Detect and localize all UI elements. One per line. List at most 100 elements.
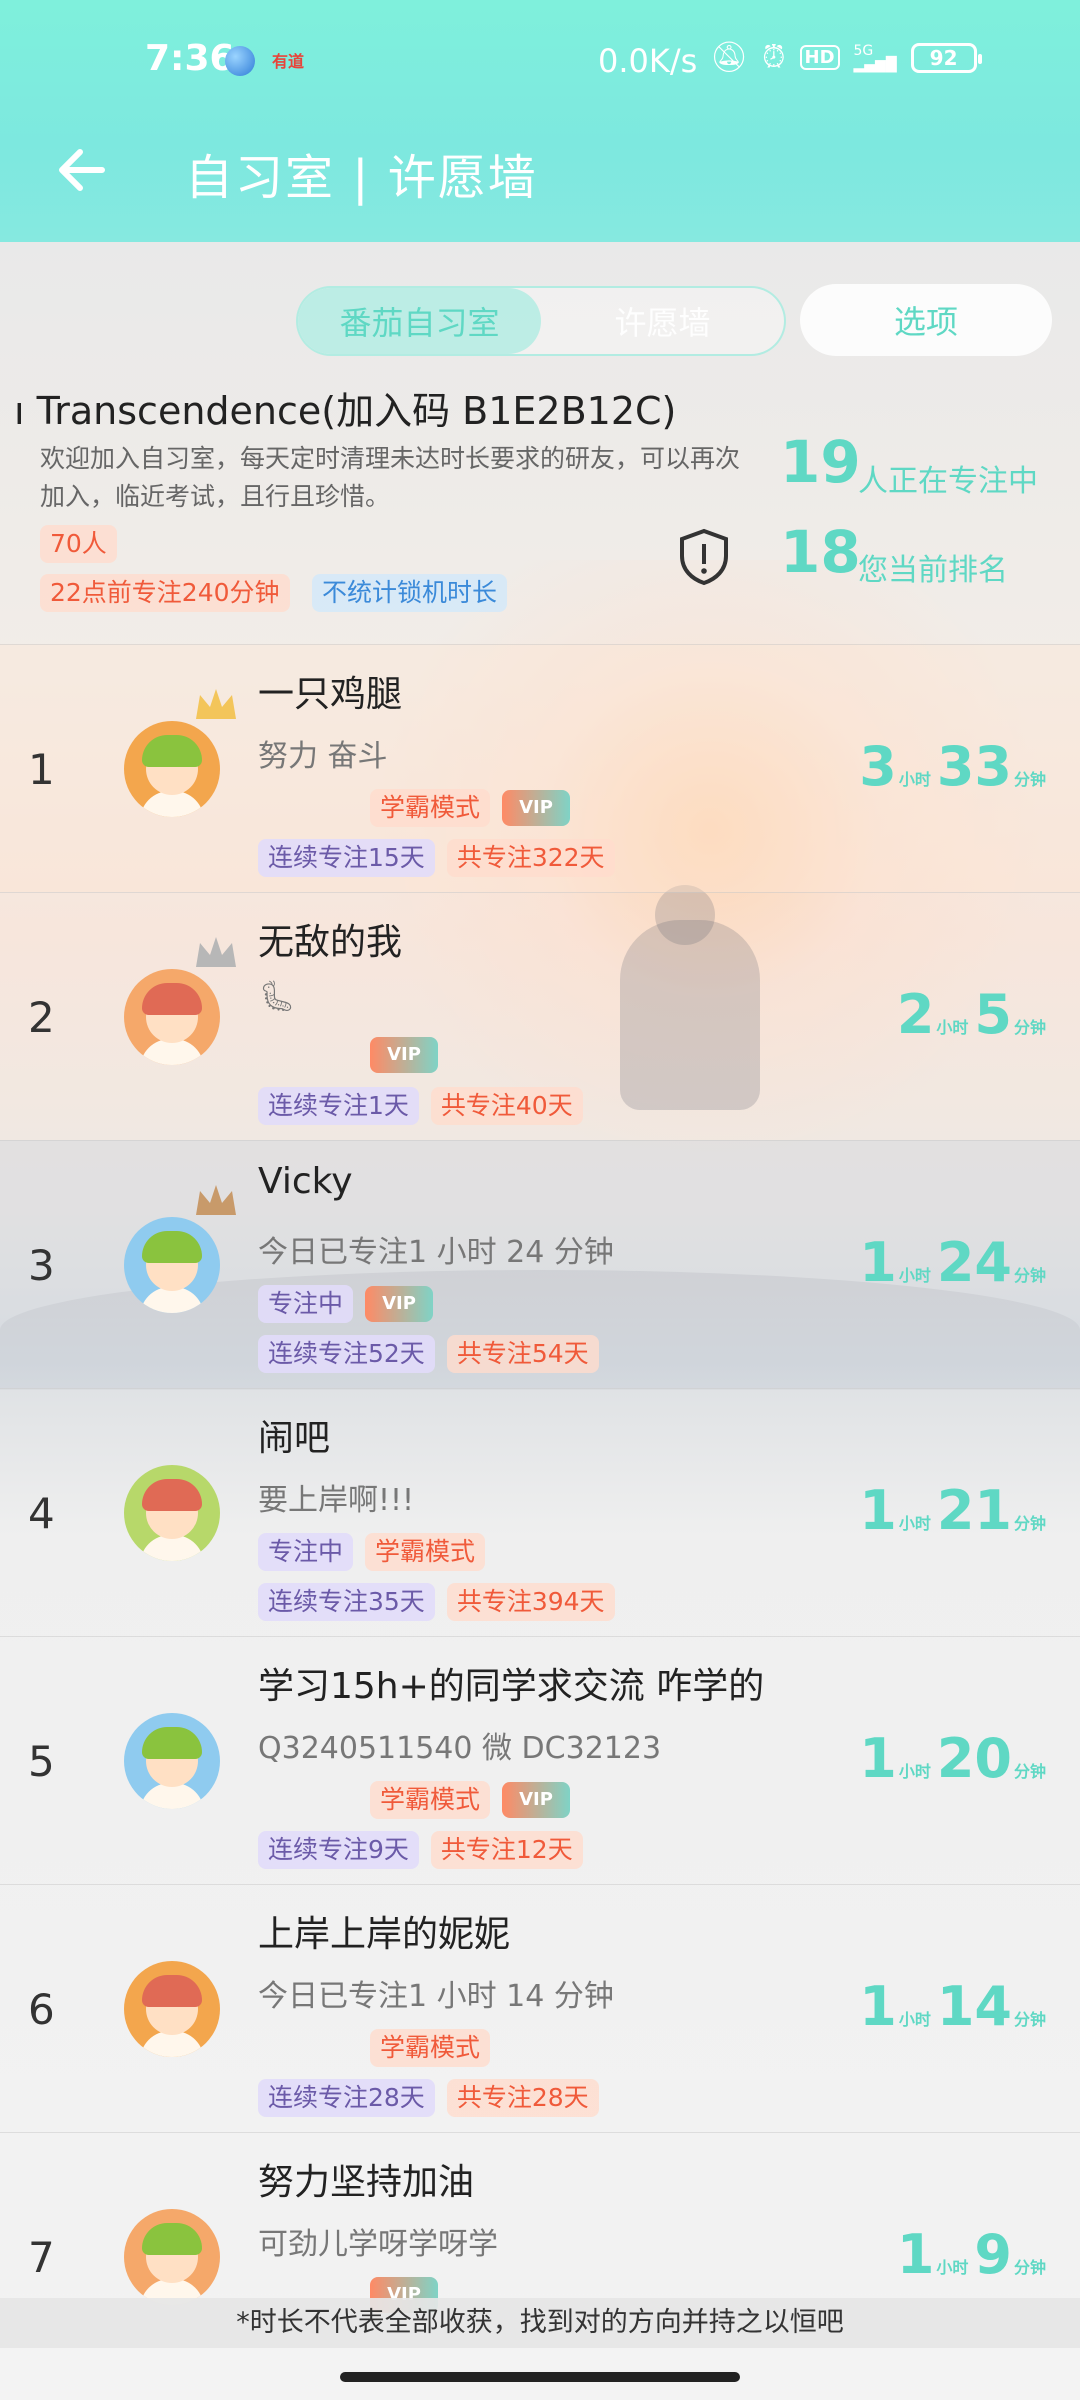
mute-bell-icon: 🔕︎ [710, 40, 749, 75]
duration-hours: 3 [859, 735, 897, 798]
focus-duration: 1 小时 9 分钟 [897, 2223, 1052, 2286]
minutes-unit: 分钟 [1013, 1762, 1046, 1781]
focus-duration: 2 小时 5 分钟 [897, 983, 1052, 1046]
duration-minutes: 21 [936, 1479, 1012, 1542]
home-indicator[interactable] [340, 2372, 740, 2382]
options-button[interactable]: 选项 [800, 284, 1052, 356]
streak-badge: 连续专注35天 [258, 1583, 435, 1621]
tab-tomato-study-room[interactable]: 番茄自习室 [298, 288, 541, 354]
member-row[interactable]: 4 闹吧 要上岸啊!!! 专注中 学霸模式 连续专注35天 共专注394天 1 小时 21 分钟 [0, 1388, 1080, 1636]
member-count-badge: 70人 [40, 525, 117, 563]
streak-badge: 连续专注28天 [258, 2079, 435, 2117]
streak-badge: 连续专注9天 [258, 1831, 419, 1869]
avatar[interactable] [124, 969, 220, 1065]
hours-unit: 小时 [898, 770, 931, 789]
streak-badge: 连续专注52天 [258, 1335, 435, 1373]
room-name: ı Transcendence(加入码 B1E2B12C) [14, 389, 677, 433]
study-mode-badge: 学霸模式 [370, 2029, 491, 2067]
total-days-badge: 共专注40天 [430, 1087, 583, 1125]
member-rank: 2 [28, 993, 55, 1042]
my-rank: 18 [780, 518, 861, 586]
member-row[interactable]: 2 无敌的我 🐛︎ VIP 连续专注1天 共专注40天 2 小时 5 分钟 [0, 892, 1080, 1140]
duration-hours: 1 [859, 1231, 897, 1294]
member-row[interactable]: 5 学习15h+的同学求交流 咋学的 Q3240511540 微 DC32123 学霸… [0, 1636, 1080, 1884]
member-motto: Q3240511540 微 DC32123 [258, 1731, 662, 1766]
avatar[interactable] [124, 721, 220, 817]
crown-icon [196, 937, 236, 967]
member-name: 学习15h+的同学求交流 咋学的 [258, 1666, 765, 1707]
hours-unit: 小时 [898, 1266, 931, 1285]
duration-minutes: 14 [936, 1975, 1012, 2038]
member-rank: 4 [28, 1489, 55, 1538]
avatar[interactable] [124, 1217, 220, 1313]
member-tags: 专注中 学霸模式 [258, 1533, 486, 1571]
member-stats: 连续专注1天 共专注40天 [258, 1087, 583, 1125]
hd-badge: HD [799, 45, 840, 70]
member-tags: 学霸模式 [258, 2029, 491, 2067]
focusing-status-badge: 专注中 [258, 1533, 354, 1571]
focus-duration: 1 小时 14 分钟 [859, 1975, 1052, 2038]
crown-icon [196, 689, 236, 719]
avatar[interactable] [124, 2209, 220, 2305]
member-stats: 连续专注9天 共专注12天 [258, 1831, 583, 1869]
member-motto: 今日已专注1 小时 14 分钟 [258, 1979, 614, 2014]
member-name: 无敌的我 [258, 922, 403, 963]
member-tags: VIP [258, 1037, 438, 1073]
member-motto: 可劲儿学呀学呀学 [258, 2227, 498, 2262]
member-row[interactable]: 6 上岸上岸的妮妮今日已专注1 小时 14 分钟学霸模式连续专注28天 共专注28天… [0, 1884, 1080, 2132]
streak-badge: 连续专注15天 [258, 839, 435, 877]
shield-icon[interactable] [678, 528, 730, 586]
network-speed: 0.0K/s [598, 42, 698, 80]
total-days-badge: 共专注12天 [430, 1831, 583, 1869]
status-bar: 7:36 有道 0.0K/s 🔕︎ ⏰︎ HD 5G ▂▄▆█ 92 [0, 0, 1080, 120]
vip-badge: VIP [365, 1286, 434, 1322]
total-days-badge: 共专注394天 [446, 1583, 615, 1621]
member-motto: 努力 奋斗 [258, 739, 388, 774]
duration-minutes: 33 [936, 735, 1012, 798]
hours-unit: 小时 [936, 1018, 969, 1037]
vip-badge: VIP [502, 790, 571, 826]
focus-duration: 3 小时 33 分钟 [859, 735, 1052, 798]
study-mode-badge: 学霸模式 [370, 1781, 491, 1819]
tab-switcher: 番茄自习室 许愿墙 [296, 286, 786, 356]
member-name: 努力坚持加油 [258, 2162, 475, 2203]
avatar[interactable] [124, 1465, 220, 1561]
arrow-left-icon[interactable] [52, 140, 112, 200]
avatar[interactable] [124, 1961, 220, 2057]
tab-wish-wall[interactable]: 许愿墙 [541, 288, 784, 354]
member-rank: 3 [28, 1241, 55, 1290]
member-tags: 专注中 VIP [258, 1285, 434, 1323]
footer-note: *时长不代表全部收获，找到对的方向并持之以恒吧 [0, 2298, 1080, 2348]
member-name: Vicky [258, 1161, 353, 1202]
status-icons: 🔕︎ ⏰︎ HD 5G ▂▄▆█ 92 [710, 40, 982, 75]
crown-icon [196, 1185, 236, 1215]
app-notification-label: 有道 [272, 52, 305, 71]
requirement-badge: 22点前专注240分钟 [40, 574, 290, 612]
focus-duration: 1 小时 20 分钟 [859, 1727, 1052, 1790]
minutes-unit: 分钟 [1013, 2258, 1046, 2277]
my-rank-label: 您当前排名 [858, 553, 1008, 588]
hours-unit: 小时 [898, 1514, 931, 1533]
vip-badge: VIP [370, 1037, 438, 1073]
member-name: 闹吧 [258, 1418, 331, 1459]
study-mode-badge: 学霸模式 [365, 1533, 486, 1571]
minutes-unit: 分钟 [1013, 770, 1046, 789]
duration-minutes: 5 [974, 983, 1012, 1046]
room-description: 欢迎加入自习室，每天定时清理未达时长要求的研友，可以再次加入，临近考试，且行且珍… [40, 444, 741, 511]
member-tags: 学霸模式 VIP [258, 1781, 571, 1819]
member-row[interactable]: 3 Vicky 今日已专注1 小时 24 分钟 专注中 VIP 连续专注52天 共专注54天… [0, 1140, 1080, 1388]
streak-badge: 连续专注1天 [258, 1087, 419, 1125]
member-motto: 今日已专注1 小时 24 分钟 [258, 1235, 614, 1270]
member-motto: 要上岸啊!!! [258, 1483, 415, 1518]
app-header: 7:36 有道 0.0K/s 🔕︎ ⏰︎ HD 5G ▂▄▆█ 92 自习室 | … [0, 0, 1080, 242]
app-notification-icon [225, 46, 255, 76]
focus-duration: 1 小时 21 分钟 [859, 1479, 1052, 1542]
member-rank: 7 [28, 2233, 55, 2282]
battery-icon: 92 [910, 42, 982, 73]
avatar[interactable] [124, 1713, 220, 1809]
member-name: 上岸上岸的妮妮 [258, 1914, 511, 1955]
member-stats: 连续专注35天 共专注394天 [258, 1583, 615, 1621]
member-rank: 6 [28, 1985, 55, 2034]
total-days-badge: 共专注28天 [446, 2079, 599, 2117]
member-row[interactable]: 1 一只鸡腿 努力 奋斗 学霸模式 VIP 连续专注15天 共专注322天 3 小时 33 分钟 [0, 644, 1080, 892]
